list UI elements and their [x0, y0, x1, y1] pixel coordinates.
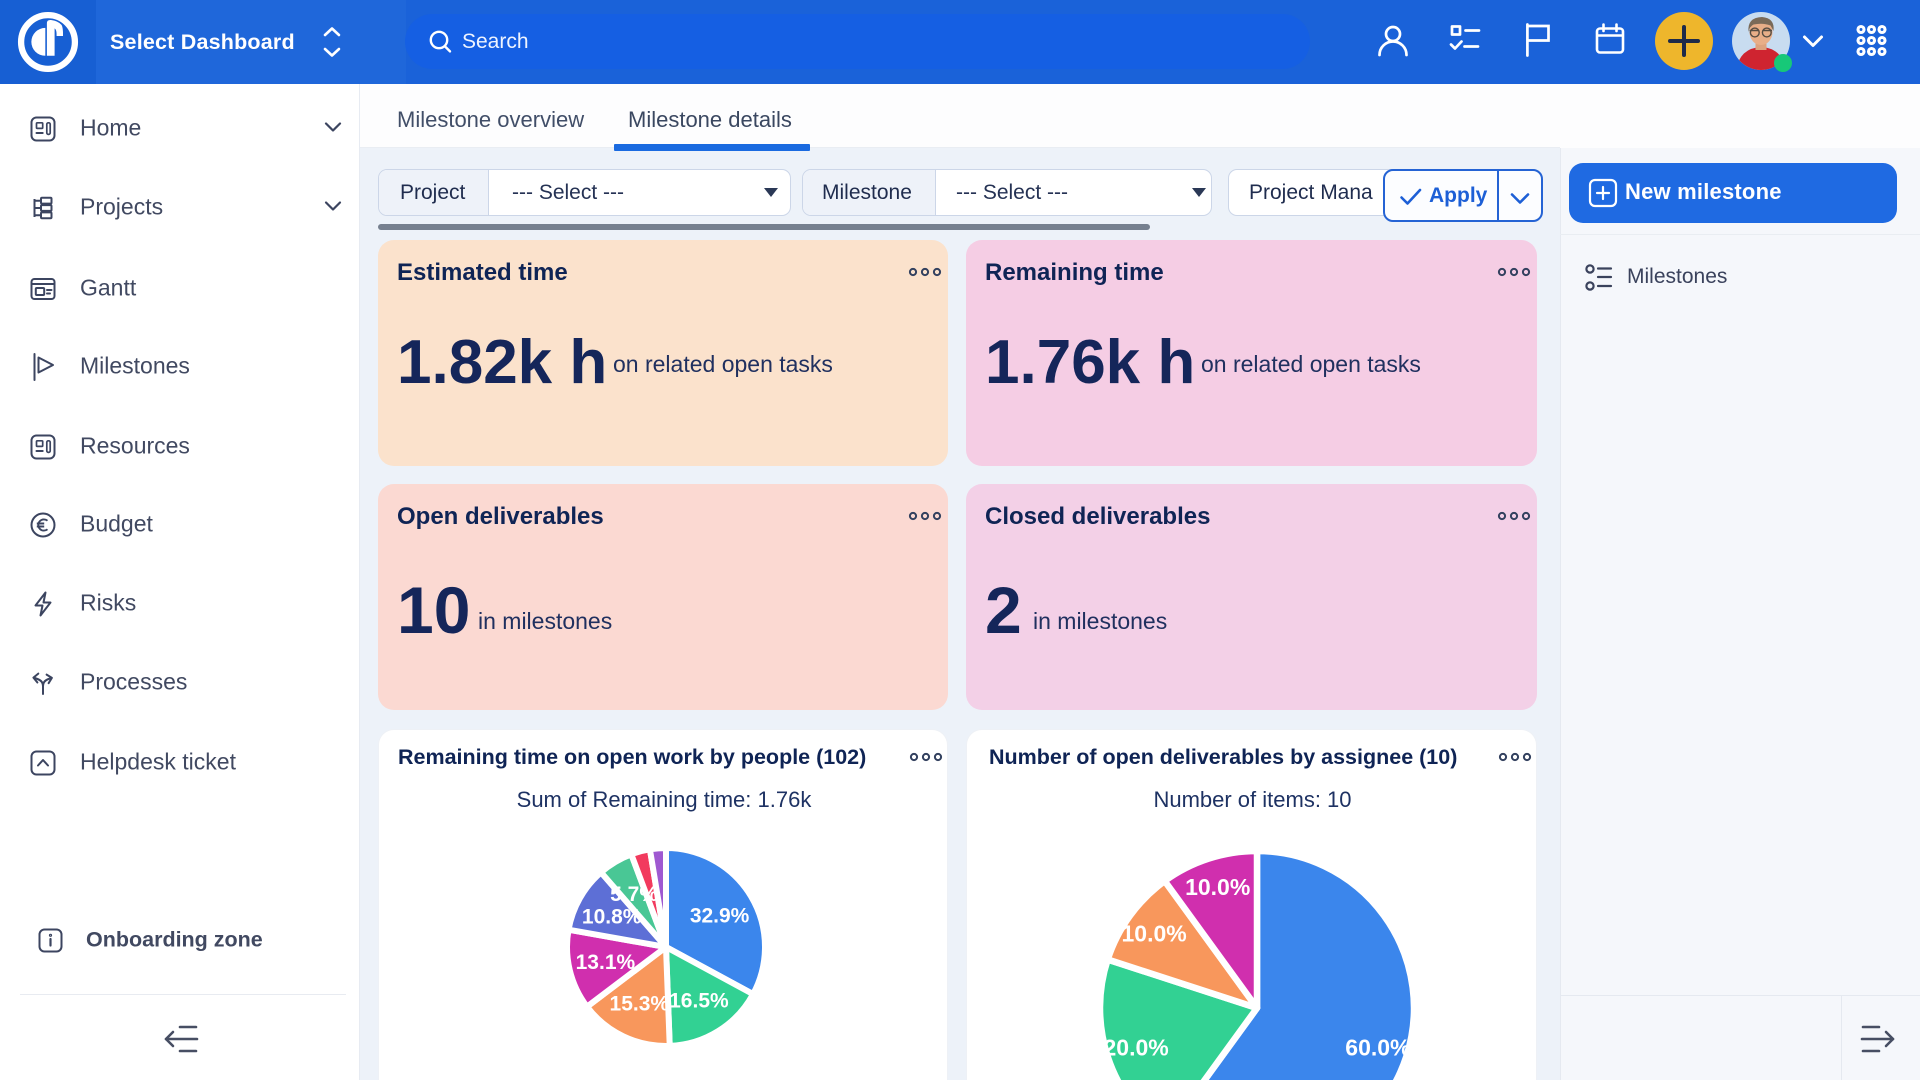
svg-text:16.5%: 16.5%	[669, 989, 729, 1012]
svg-text:13.1%: 13.1%	[576, 951, 636, 974]
svg-text:20.0%: 20.0%	[1103, 1034, 1168, 1060]
svg-text:32.9%: 32.9%	[690, 904, 750, 927]
svg-text:60.0%: 60.0%	[1345, 1034, 1410, 1060]
svg-text:5.7%: 5.7%	[610, 883, 658, 906]
svg-text:10.0%: 10.0%	[1185, 874, 1250, 900]
svg-text:10.0%: 10.0%	[1121, 920, 1186, 946]
svg-text:10.8%: 10.8%	[582, 906, 642, 929]
svg-text:15.3%: 15.3%	[610, 993, 670, 1016]
